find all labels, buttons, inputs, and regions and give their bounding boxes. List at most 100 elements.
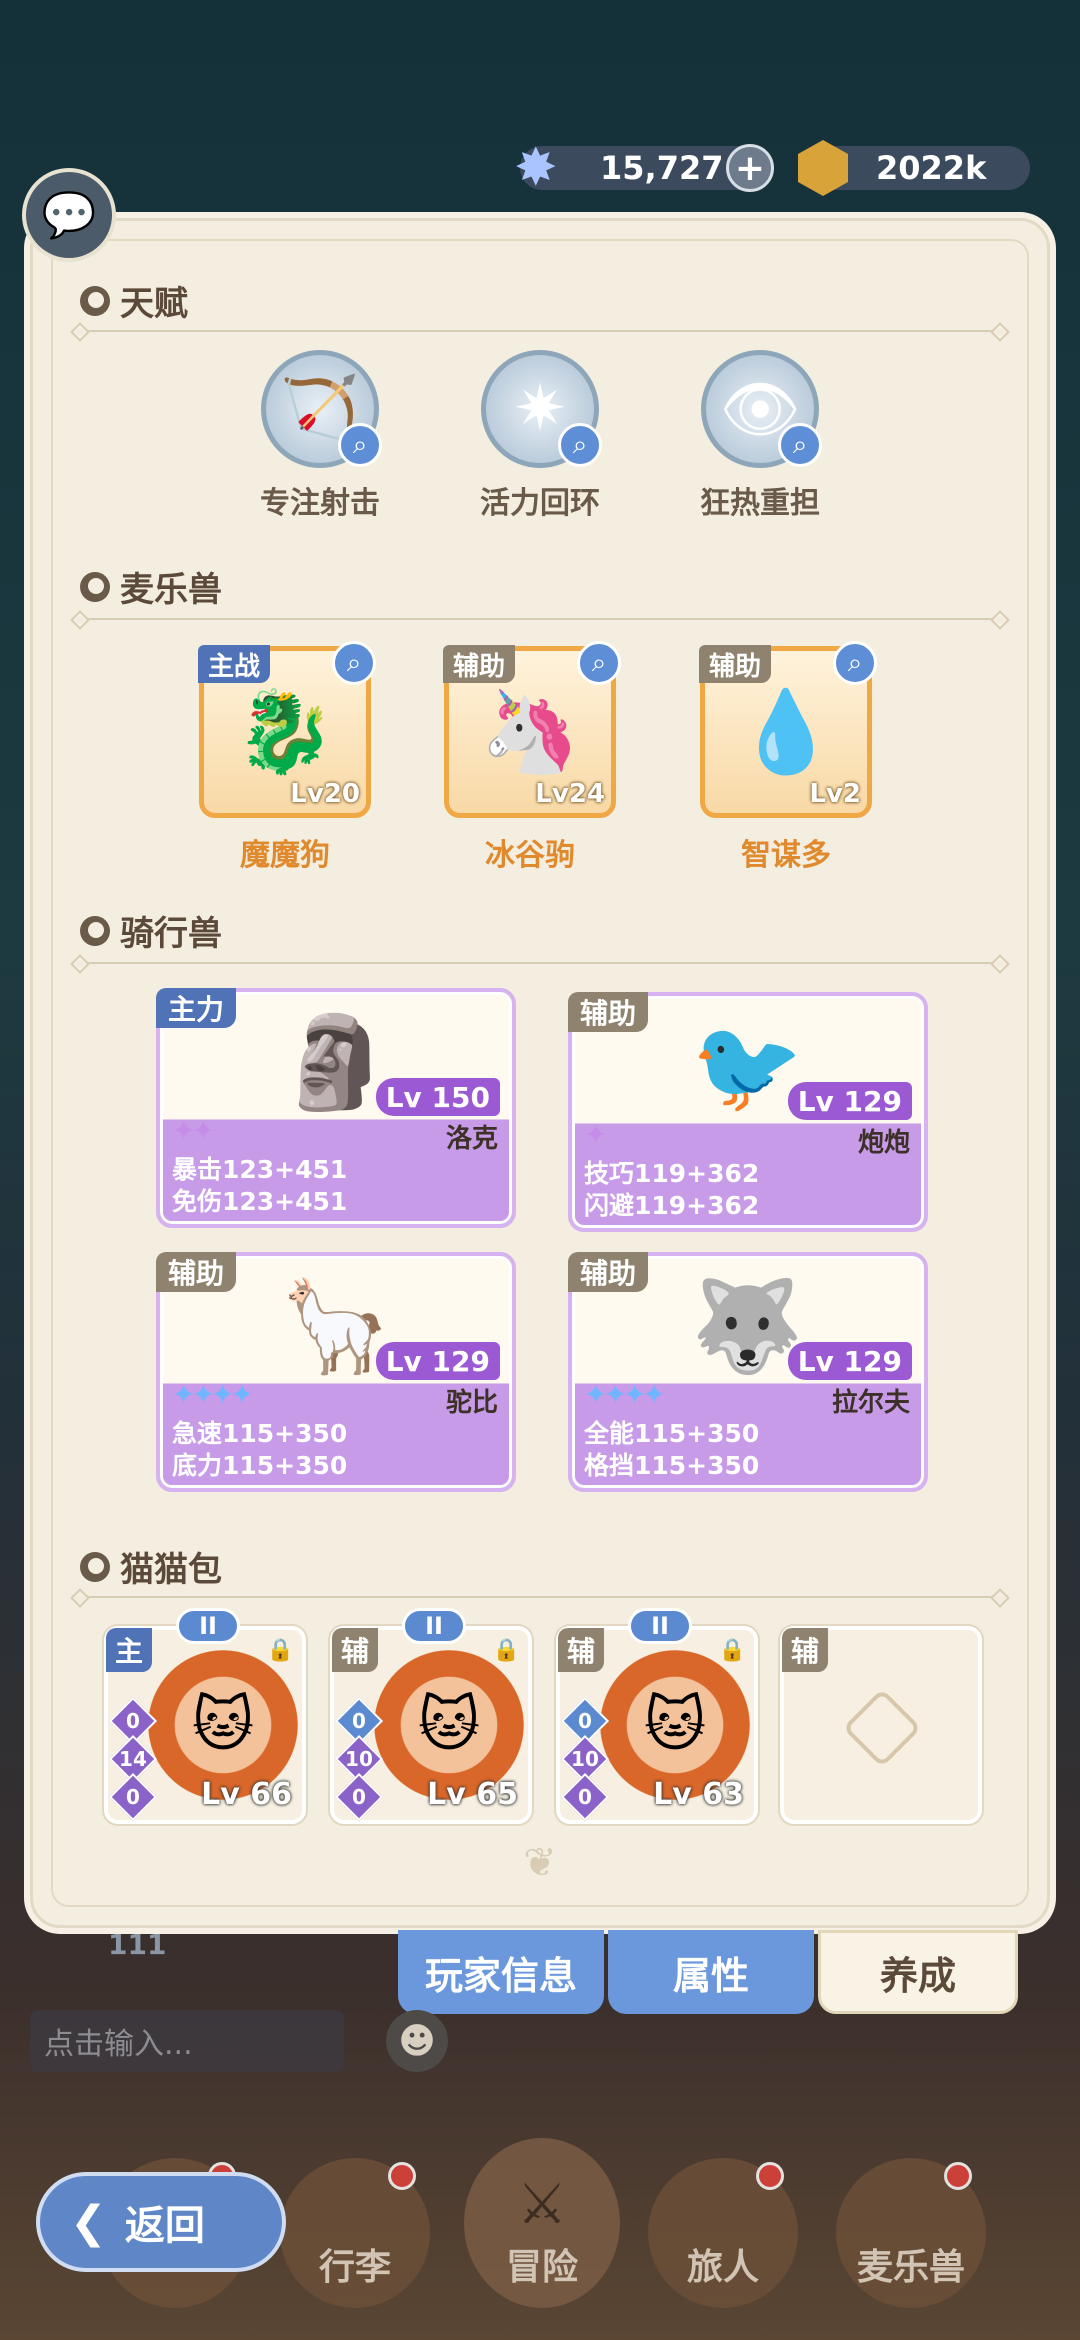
moon-icon xyxy=(80,915,110,946)
role-badge: 主 xyxy=(106,1628,152,1672)
back-arrow-icon: ❮ xyxy=(70,2196,107,2248)
moon-icon xyxy=(80,285,110,316)
tier-badge: II xyxy=(176,1608,240,1644)
cat-pack-slot[interactable]: II 🐱 辅 🔒 0 10 0 Lv 65 xyxy=(330,1608,532,1824)
panel-ornament: ❦ xyxy=(523,1840,557,1886)
mount-card[interactable]: 辅助 🦙 ✦✦✦✦ Lv 129 驼比 急速115+350 底力115+350 xyxy=(156,1252,516,1492)
mount-stat: 免伤123+451 xyxy=(172,1187,348,1216)
section-title-cats: 猫猫包 xyxy=(80,1542,222,1591)
mount-level: Lv 129 xyxy=(375,1342,500,1380)
pet-level: Lv20 xyxy=(290,779,360,809)
mount-level: Lv 129 xyxy=(787,1342,912,1380)
section-title-mounts: 骑行兽 xyxy=(80,906,222,955)
mount-card[interactable]: 辅助 🐦 ✦ Lv 129 炮炮 技巧119+362 闪避119+362 xyxy=(568,992,928,1232)
mount-stat: 急速115+350 xyxy=(172,1419,348,1448)
empty-slot-icon xyxy=(842,1688,922,1768)
tab-attributes[interactable]: 属性 xyxy=(608,1930,814,2014)
pet-level: Lv2 xyxy=(809,779,861,809)
star-rating: ✦✦ xyxy=(172,1114,215,1147)
role-badge: 辅 xyxy=(558,1628,604,1672)
chat-button[interactable]: 💬 xyxy=(22,168,116,262)
mount-level: Lv 150 xyxy=(375,1078,500,1116)
nav-adventure[interactable]: ⚔ 冒险 xyxy=(464,2138,620,2308)
moon-icon xyxy=(80,1551,110,1582)
online-count: 111 xyxy=(108,1928,167,1961)
crossed-swords-icon: ⚔ xyxy=(516,2172,568,2237)
moon-icon xyxy=(80,571,110,602)
search-icon[interactable]: ⌕ xyxy=(558,423,602,467)
mount-stat: 全能115+350 xyxy=(584,1419,760,1448)
search-icon[interactable]: ⌕ xyxy=(833,641,877,685)
notification-dot xyxy=(388,2162,416,2190)
chat-input[interactable]: 点击输入... xyxy=(30,2010,344,2072)
lock-icon: 🔒 xyxy=(492,1638,520,1663)
section-title-pets: 麦乐兽 xyxy=(80,562,222,611)
mount-level: Lv 129 xyxy=(787,1082,912,1120)
section-title-talent: 天赋 xyxy=(80,276,188,325)
tier-badge: II xyxy=(628,1608,692,1644)
pet-name: 冰谷驹 xyxy=(485,838,575,873)
talent-item[interactable]: 👁 ⌕ 狂热重担 xyxy=(680,350,840,522)
talent-item[interactable]: ✷ ⌕ 活力回环 xyxy=(460,350,620,522)
role-badge: 辅 xyxy=(332,1628,378,1672)
talent-item[interactable]: 🏹 ⌕ 专注射击 xyxy=(240,350,400,522)
mount-stat: 格挡115+350 xyxy=(584,1451,760,1480)
notification-dot xyxy=(756,2162,784,2190)
stat-badge: 0 xyxy=(560,1772,610,1822)
talent-label: 狂热重担 xyxy=(700,486,820,521)
coin-currency: 2022k xyxy=(798,140,1030,196)
talent-label: 活力回环 xyxy=(480,486,600,521)
mount-stat: 技巧119+362 xyxy=(584,1159,760,1188)
mount-name: 炮炮 xyxy=(857,1128,910,1158)
star-rating: ✦ xyxy=(584,1118,608,1151)
nav-bag[interactable]: 行李 xyxy=(280,2158,430,2308)
cat-pack-slot[interactable]: II 🐱 辅 🔒 0 10 0 Lv 63 xyxy=(556,1608,758,1824)
search-icon[interactable]: ⌕ xyxy=(778,423,822,467)
add-currency-button[interactable]: + xyxy=(726,144,774,192)
lock-icon: 🔒 xyxy=(266,1638,294,1663)
mount-card[interactable]: 主力 🗿 ✦✦ Lv 150 洛克 暴击123+451 免伤123+451 xyxy=(156,988,516,1228)
cat-level: Lv 66 xyxy=(201,1777,292,1812)
mount-name: 驼比 xyxy=(445,1388,498,1418)
back-button[interactable]: ❮ 返回 xyxy=(36,2172,286,2272)
talent-label: 专注射击 xyxy=(260,486,380,521)
dragon-pet-art: 🐉 xyxy=(235,685,335,778)
tab-player-info[interactable]: 玩家信息 xyxy=(398,1930,604,2014)
nav-traveler[interactable]: 旅人 xyxy=(648,2158,798,2308)
ice-horse-pet-art: 🦄 xyxy=(480,685,580,778)
mount-card[interactable]: 辅助 🐺 ✦✦✦✦ Lv 129 拉尔夫 全能115+350 格挡115+350 xyxy=(568,1252,928,1492)
search-icon[interactable]: ⌕ xyxy=(332,641,376,685)
cat-pack-slot[interactable]: II 🐱 主 🔒 0 14 0 Lv 66 xyxy=(104,1608,306,1824)
bow-icon: 🏹 ⌕ xyxy=(261,350,382,468)
pet-name: 智谋多 xyxy=(741,838,831,873)
pet-level: Lv24 xyxy=(535,779,605,809)
star-rating: ✦✦✦✦ xyxy=(584,1378,666,1411)
lock-icon: 🔒 xyxy=(718,1638,746,1663)
search-icon[interactable]: ⌕ xyxy=(577,641,621,685)
divider xyxy=(85,962,995,964)
tier-badge: II xyxy=(402,1608,466,1644)
star-rating: ✦✦✦✦ xyxy=(172,1378,254,1411)
tab-growth[interactable]: 养成 xyxy=(818,1930,1018,2014)
mount-stat: 底力115+350 xyxy=(172,1451,348,1480)
divider xyxy=(85,618,995,620)
nav-pets[interactable]: 麦乐兽 xyxy=(836,2158,986,2308)
pet-card[interactable]: 辅助 💧 Lv2 ⌕ 智谋多 xyxy=(696,641,877,874)
stat-badge: 0 xyxy=(334,1772,384,1822)
compass-star-icon: ✷ ⌕ xyxy=(481,350,602,468)
pet-card[interactable]: 主战 🐉 Lv20 ⌕ 魔魔狗 xyxy=(195,641,376,874)
cat-pack-slot-empty[interactable]: 辅 xyxy=(780,1626,982,1824)
mount-stat: 暴击123+451 xyxy=(172,1155,348,1184)
notification-dot xyxy=(944,2162,972,2190)
coin-amount: 2022k xyxy=(876,149,987,187)
pet-name: 魔魔狗 xyxy=(240,838,330,873)
star-amount: 15,727 xyxy=(600,149,724,187)
emoji-button[interactable]: ☻ xyxy=(386,2010,448,2072)
mount-stat: 闪避119+362 xyxy=(584,1191,760,1220)
stat-badge: 0 xyxy=(108,1772,158,1822)
divider xyxy=(85,1596,995,1598)
role-badge: 辅 xyxy=(782,1628,828,1672)
pet-card[interactable]: 辅助 🦄 Lv24 ⌕ 冰谷驹 xyxy=(440,641,621,874)
search-icon[interactable]: ⌕ xyxy=(338,423,382,467)
cat-level: Lv 65 xyxy=(427,1777,518,1812)
